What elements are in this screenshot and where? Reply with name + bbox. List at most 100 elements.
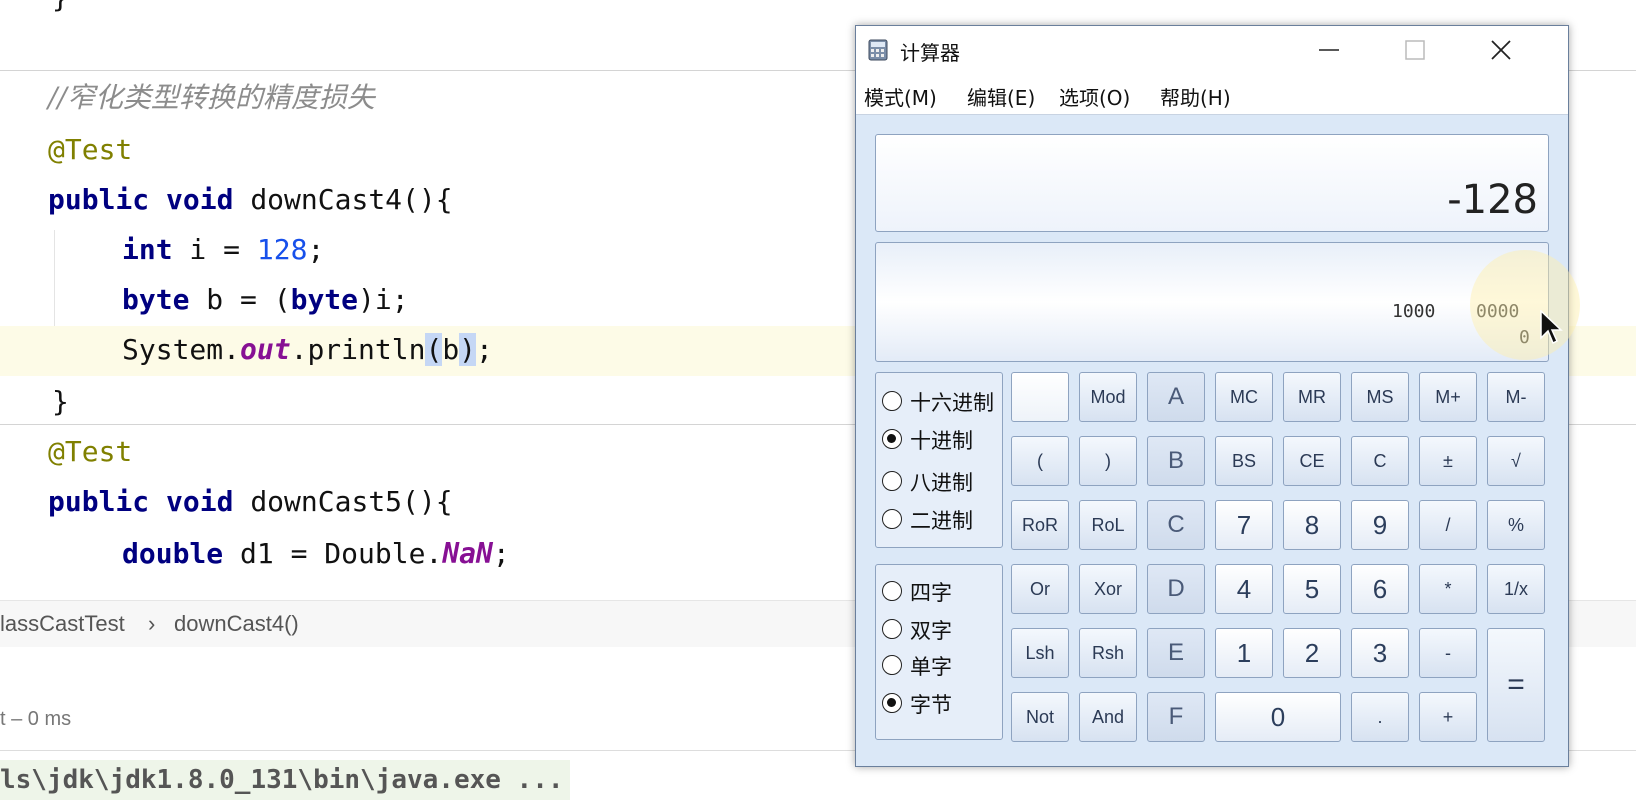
window-title: 计算器 bbox=[900, 41, 960, 65]
base-radio-group: 十六进制 十进制 八进制 二进制 bbox=[875, 372, 1003, 548]
key-2[interactable]: 2 bbox=[1283, 628, 1341, 678]
key-backspace[interactable]: BS bbox=[1215, 436, 1273, 486]
key-sqrt[interactable]: √ bbox=[1487, 436, 1545, 486]
code-line: int i = 128; bbox=[122, 233, 325, 266]
key-5[interactable]: 5 bbox=[1283, 564, 1341, 614]
code-comment: //窄化类型转换的精度损失 bbox=[48, 81, 375, 114]
run-status: t – 0 ms bbox=[0, 708, 72, 730]
radio-label: 十进制 bbox=[910, 429, 973, 453]
key-percent[interactable]: % bbox=[1487, 500, 1545, 550]
radio-button[interactable] bbox=[882, 509, 902, 529]
result-display: -128 bbox=[875, 134, 1549, 232]
key-lsh[interactable]: Lsh bbox=[1011, 628, 1069, 678]
key-right-paren[interactable]: ) bbox=[1079, 436, 1137, 486]
key-ms[interactable]: MS bbox=[1351, 372, 1409, 422]
key-ce[interactable]: CE bbox=[1283, 436, 1341, 486]
close-icon bbox=[1491, 40, 1511, 60]
key-subtract[interactable]: - bbox=[1419, 628, 1477, 678]
console-line: ls\jdk\jdk1.8.0_131\bin\java.exe ... bbox=[0, 760, 570, 800]
display-value: -128 bbox=[1447, 177, 1538, 223]
key-3[interactable]: 3 bbox=[1351, 628, 1409, 678]
radio-label: 双字 bbox=[910, 619, 952, 643]
key-1[interactable]: 1 bbox=[1215, 628, 1273, 678]
maximize-button[interactable] bbox=[1372, 26, 1458, 74]
radio-button-selected[interactable] bbox=[882, 429, 902, 449]
code-line-current: System.out.println(b); bbox=[122, 333, 493, 366]
key-plus-minus[interactable]: ± bbox=[1419, 436, 1477, 486]
key-reciprocal[interactable]: 1/x bbox=[1487, 564, 1545, 614]
radio-button-selected[interactable] bbox=[882, 693, 902, 713]
key-7[interactable]: 7 bbox=[1215, 500, 1273, 550]
key-m-minus[interactable]: M- bbox=[1487, 372, 1545, 422]
key-hex-a[interactable]: A bbox=[1147, 372, 1205, 422]
key-divide[interactable]: / bbox=[1419, 500, 1477, 550]
code-line: } bbox=[52, 0, 69, 18]
menu-help[interactable]: 帮助(H) bbox=[1160, 82, 1231, 111]
code-annotation: @Test bbox=[48, 435, 133, 468]
code-line: byte b = (byte)i; bbox=[122, 283, 409, 316]
radio-button[interactable] bbox=[882, 581, 902, 601]
key-hex-d[interactable]: D bbox=[1147, 564, 1205, 614]
key-ror[interactable]: RoR bbox=[1011, 500, 1069, 550]
key-and[interactable]: And bbox=[1079, 692, 1137, 742]
key-m-plus[interactable]: M+ bbox=[1419, 372, 1477, 422]
radio-label: 二进制 bbox=[910, 509, 973, 533]
radio-label: 字节 bbox=[910, 693, 952, 717]
radio-button[interactable] bbox=[882, 655, 902, 675]
radio-button[interactable] bbox=[882, 391, 902, 411]
key-9[interactable]: 9 bbox=[1351, 500, 1409, 550]
key-hex-f[interactable]: F bbox=[1147, 692, 1205, 742]
maximize-icon bbox=[1405, 40, 1425, 60]
code-line: } bbox=[52, 385, 69, 418]
menu-edit[interactable]: 编辑(E) bbox=[967, 82, 1035, 111]
key-8[interactable]: 8 bbox=[1283, 500, 1341, 550]
minimize-button[interactable] bbox=[1286, 26, 1372, 74]
key-6[interactable]: 6 bbox=[1351, 564, 1409, 614]
key-mod[interactable]: Mod bbox=[1079, 372, 1137, 422]
key-not[interactable]: Not bbox=[1011, 692, 1069, 742]
radio-label: 四字 bbox=[910, 581, 952, 605]
blank-key[interactable] bbox=[1011, 372, 1069, 422]
breadcrumb-separator: › bbox=[148, 611, 156, 636]
code-line: double d1 = Double.NaN; bbox=[122, 537, 510, 570]
calculator-app-icon bbox=[868, 39, 888, 61]
code-method-signature: public void downCast4(){ bbox=[48, 183, 453, 216]
title-bar[interactable]: 计算器 bbox=[856, 26, 1568, 74]
code-method-signature: public void downCast5(){ bbox=[48, 485, 453, 518]
radio-label: 十六进制 bbox=[910, 391, 994, 415]
key-rsh[interactable]: Rsh bbox=[1079, 628, 1137, 678]
key-mr[interactable]: MR bbox=[1283, 372, 1341, 422]
key-xor[interactable]: Xor bbox=[1079, 564, 1137, 614]
binary-group: 1000 bbox=[1392, 301, 1436, 322]
key-equals[interactable]: = bbox=[1487, 628, 1545, 742]
breadcrumb-class[interactable]: lassCastTest bbox=[0, 611, 125, 637]
word-size-radio-group: 四字 双字 单字 字节 bbox=[875, 564, 1003, 740]
radio-button[interactable] bbox=[882, 619, 902, 639]
close-button[interactable] bbox=[1458, 26, 1544, 74]
key-rol[interactable]: RoL bbox=[1079, 500, 1137, 550]
minimize-icon bbox=[1319, 49, 1339, 51]
key-clear[interactable]: C bbox=[1351, 436, 1409, 486]
key-mc[interactable]: MC bbox=[1215, 372, 1273, 422]
binary-display: 1000 0000 0 bbox=[875, 242, 1549, 362]
code-annotation: @Test bbox=[48, 133, 133, 166]
key-hex-b[interactable]: B bbox=[1147, 436, 1205, 486]
radio-label: 单字 bbox=[910, 655, 952, 679]
menu-options[interactable]: 选项(O) bbox=[1059, 82, 1130, 111]
key-decimal[interactable]: . bbox=[1351, 692, 1409, 742]
menu-mode[interactable]: 模式(M) bbox=[864, 82, 937, 111]
key-add[interactable]: + bbox=[1419, 692, 1477, 742]
radio-button[interactable] bbox=[882, 471, 902, 491]
radio-label: 八进制 bbox=[910, 471, 973, 495]
mouse-pointer-icon bbox=[1540, 310, 1563, 345]
menu-bar: 模式(M) 编辑(E) 选项(O) 帮助(H) bbox=[856, 74, 1568, 115]
key-or[interactable]: Or bbox=[1011, 564, 1069, 614]
key-hex-c[interactable]: C bbox=[1147, 500, 1205, 550]
key-hex-e[interactable]: E bbox=[1147, 628, 1205, 678]
key-left-paren[interactable]: ( bbox=[1011, 436, 1069, 486]
key-multiply[interactable]: * bbox=[1419, 564, 1477, 614]
key-4[interactable]: 4 bbox=[1215, 564, 1273, 614]
calculator-window: 计算器 模式(M) 编辑(E) 选项(O) 帮助(H) -128 1000 00… bbox=[855, 25, 1569, 767]
breadcrumb-method[interactable]: downCast4() bbox=[174, 611, 299, 637]
key-0[interactable]: 0 bbox=[1215, 692, 1341, 742]
